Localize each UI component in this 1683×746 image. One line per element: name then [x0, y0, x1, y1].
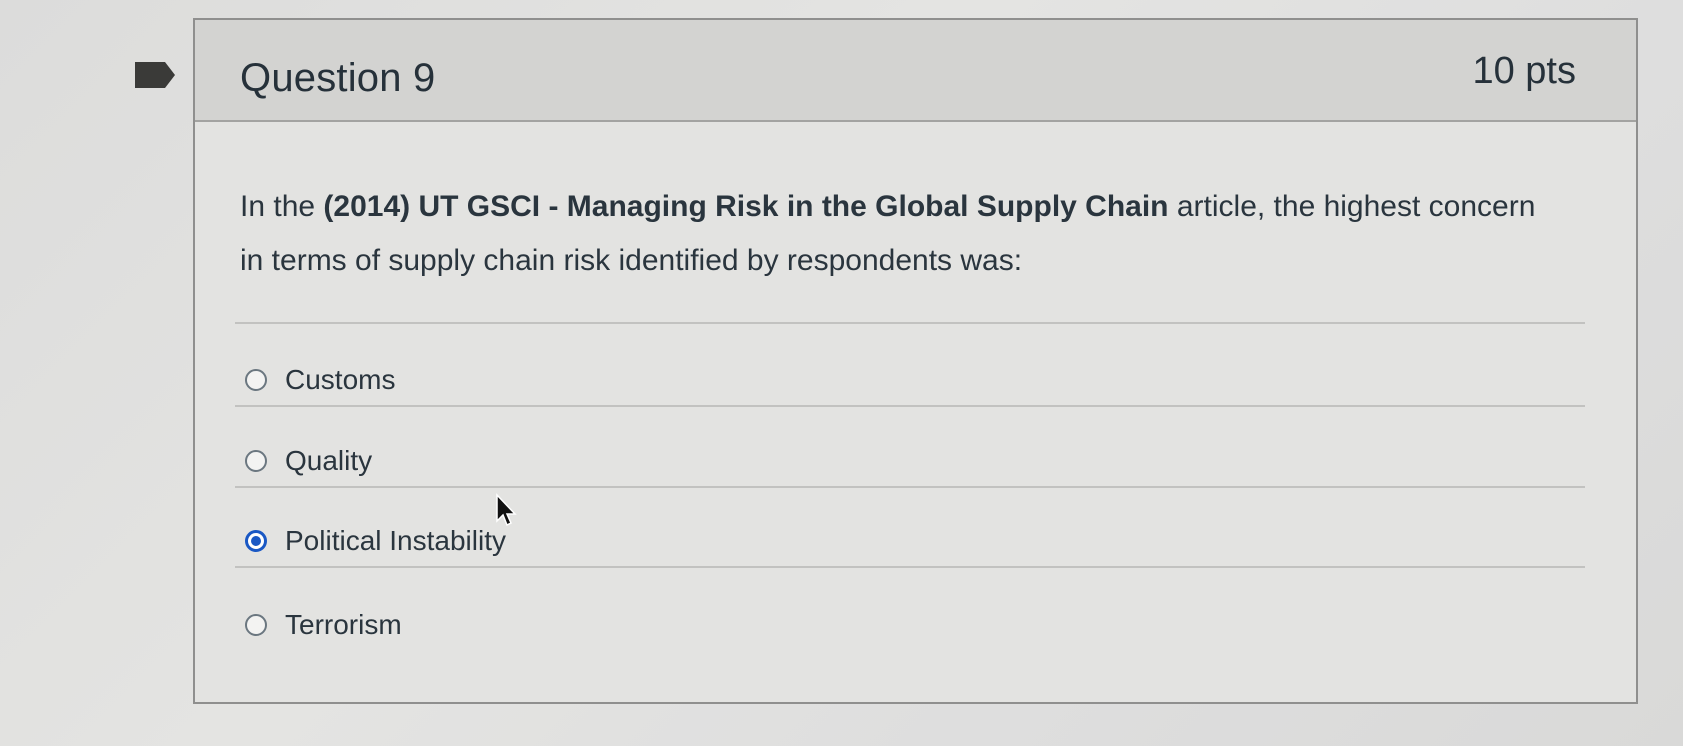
divider [235, 486, 1585, 488]
question-text-article: (2014) UT GSCI - Managing Risk in the Gl… [323, 190, 1169, 223]
answer-option-political-instability[interactable]: Political Instability [245, 521, 506, 561]
answer-option-customs[interactable]: Customs [245, 360, 395, 400]
divider [235, 566, 1585, 568]
question-points: 10 pts [1472, 50, 1576, 92]
question-header: Question 9 10 pts [195, 20, 1636, 122]
radio-button[interactable] [245, 450, 267, 472]
divider [235, 322, 1585, 324]
bookmark-flag-icon[interactable] [133, 60, 177, 90]
answer-label: Political Instability [285, 525, 506, 556]
answer-option-quality[interactable]: Quality [245, 441, 372, 481]
question-text-prefix: In the [240, 190, 324, 223]
radio-button[interactable] [245, 614, 267, 636]
question-text: In the (2014) UT GSCI - Managing Risk in… [240, 180, 1560, 288]
answer-option-terrorism[interactable]: Terrorism [245, 605, 402, 645]
answer-label: Quality [285, 445, 373, 476]
divider [235, 405, 1585, 407]
question-title: Question 9 [240, 56, 436, 100]
question-card: Question 9 10 pts In the (2014) UT GSCI … [193, 18, 1638, 704]
radio-button[interactable] [245, 369, 267, 391]
answer-label: Terrorism [285, 609, 402, 640]
radio-button-selected[interactable] [245, 530, 267, 552]
mouse-pointer-icon [496, 493, 517, 527]
answer-label: Customs [285, 364, 396, 395]
